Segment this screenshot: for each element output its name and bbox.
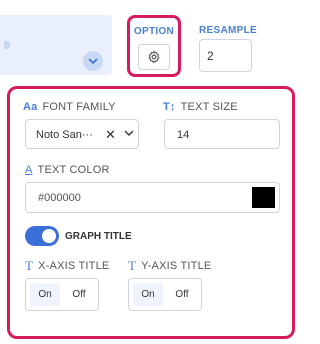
text-color-icon: A bbox=[25, 164, 33, 176]
font-family-label-row: Aa FONT FAMILY bbox=[23, 101, 116, 113]
y-axis-title-label: Y-AXIS TITLE bbox=[141, 260, 212, 272]
options-panel: Aa FONT FAMILY Noto San··· ✕ T↕ TEXT SIZ… bbox=[7, 86, 295, 339]
option-label: OPTION bbox=[133, 26, 175, 37]
option-button[interactable] bbox=[138, 44, 170, 70]
text-size-label-row: T↕ TEXT SIZE bbox=[163, 101, 238, 113]
text-color-label-row: A TEXT COLOR bbox=[25, 164, 110, 176]
y-axis-title-icon: T bbox=[128, 258, 137, 273]
color-swatch[interactable] bbox=[252, 187, 275, 208]
chevron-down-icon[interactable] bbox=[124, 130, 134, 137]
x-axis-title-icon: T bbox=[25, 258, 34, 273]
y-axis-title-segmented: On Off bbox=[128, 278, 202, 311]
x-axis-title-segmented: On Off bbox=[25, 278, 99, 311]
y-axis-title-off-button[interactable]: Off bbox=[167, 283, 197, 306]
x-axis-title-label: X-AXIS TITLE bbox=[38, 260, 110, 272]
gear-icon bbox=[148, 50, 160, 63]
top-dropdown[interactable] bbox=[0, 15, 112, 75]
y-axis-title-label-row: T Y-AXIS TITLE bbox=[128, 258, 211, 274]
font-family-icon: Aa bbox=[23, 101, 38, 113]
graph-title-toggle[interactable] bbox=[25, 226, 59, 246]
toggle-knob bbox=[42, 229, 56, 243]
x-axis-title-off-button[interactable]: Off bbox=[64, 283, 94, 306]
dropdown-edge bbox=[4, 41, 10, 49]
text-color-input[interactable]: #000000 bbox=[25, 182, 280, 213]
resample-input[interactable]: 2 bbox=[199, 39, 252, 72]
y-axis-title-on-button[interactable]: On bbox=[133, 283, 163, 306]
text-color-value: #000000 bbox=[38, 192, 81, 204]
font-family-label: FONT FAMILY bbox=[42, 101, 116, 113]
clear-icon[interactable]: ✕ bbox=[105, 127, 116, 143]
graph-title-label: GRAPH TITLE bbox=[65, 231, 132, 242]
resample-label: RESAMPLE bbox=[199, 25, 257, 36]
text-size-input[interactable]: 14 bbox=[164, 119, 280, 149]
text-size-icon: T↕ bbox=[163, 101, 176, 113]
text-size-label: TEXT SIZE bbox=[180, 101, 238, 113]
font-family-value: Noto San··· bbox=[36, 129, 93, 141]
x-axis-title-on-button[interactable]: On bbox=[30, 283, 60, 306]
chevron-down-icon[interactable] bbox=[83, 51, 103, 71]
text-color-label: TEXT COLOR bbox=[37, 164, 110, 176]
x-axis-title-label-row: T X-AXIS TITLE bbox=[25, 258, 109, 274]
option-highlight: OPTION bbox=[127, 15, 181, 77]
font-family-select[interactable]: Noto San··· ✕ bbox=[25, 119, 139, 149]
